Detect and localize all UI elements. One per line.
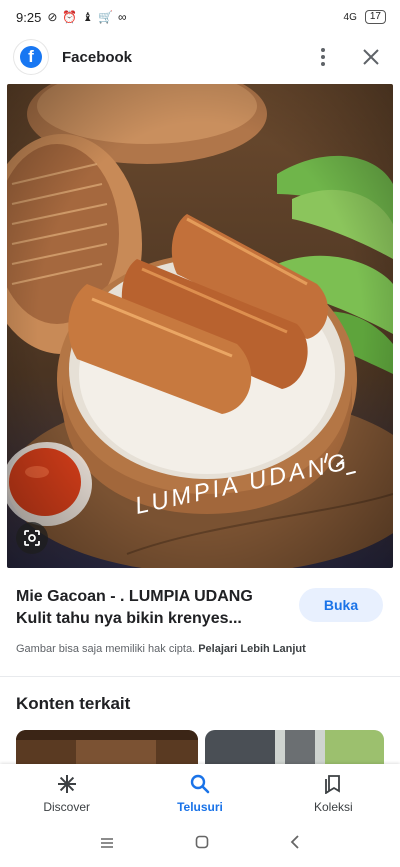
nav-collections[interactable]: Koleksi bbox=[267, 764, 400, 822]
shopping-cart-icon: 🛒 bbox=[98, 10, 114, 24]
related-thumbnail[interactable] bbox=[16, 730, 198, 764]
wellbeing-icon: ♝ bbox=[82, 10, 94, 24]
search-icon bbox=[188, 772, 212, 796]
result-title[interactable]: Mie Gacoan - . LUMPIA UDANG Kulit tahu n… bbox=[16, 586, 281, 630]
source-title: Facebook bbox=[62, 48, 133, 66]
asterisk-icon bbox=[55, 772, 79, 796]
related-heading: Konten terkait bbox=[16, 694, 131, 713]
lens-icon bbox=[24, 530, 40, 546]
facebook-logo: f bbox=[14, 40, 48, 74]
alarm-icon: ⏰ bbox=[62, 10, 78, 24]
more-vert-icon[interactable] bbox=[308, 42, 338, 72]
home-icon[interactable] bbox=[195, 835, 209, 854]
recents-icon[interactable] bbox=[100, 836, 114, 854]
network-indicator: 4G bbox=[343, 11, 357, 23]
mirror-link-icon: ∞ bbox=[118, 10, 127, 24]
nav-search[interactable]: Telusuri bbox=[133, 764, 266, 822]
learn-more-link[interactable]: Pelajari Lebih Lanjut bbox=[198, 643, 306, 655]
lens-button[interactable] bbox=[16, 522, 48, 554]
result-image[interactable]: LUMPIA UDANG bbox=[7, 84, 393, 568]
nav-search-label: Telusuri bbox=[177, 800, 223, 814]
status-bar: 9:25 ⊘ ⏰ ♝ 🛒 ∞ 4G 17 bbox=[0, 0, 400, 34]
nav-collections-label: Koleksi bbox=[313, 800, 353, 814]
close-icon[interactable] bbox=[356, 42, 386, 72]
app-bar: f Facebook bbox=[0, 34, 400, 80]
nav-discover[interactable]: Discover bbox=[0, 764, 133, 822]
divider bbox=[0, 676, 400, 677]
open-button[interactable]: Buka bbox=[299, 588, 383, 622]
collections-icon bbox=[321, 772, 345, 796]
copyright-text: Gambar bisa saja memiliki hak cipta. bbox=[16, 643, 196, 655]
bottom-navigation: Discover Telusuri Koleksi bbox=[0, 764, 400, 822]
related-thumbnail[interactable] bbox=[205, 730, 384, 764]
back-icon[interactable] bbox=[290, 835, 300, 854]
copyright-notice: Gambar bisa saja memiliki hak cipta. Pel… bbox=[16, 643, 306, 655]
status-time: 9:25 bbox=[16, 9, 42, 25]
data-saver-icon: ⊘ bbox=[47, 10, 58, 24]
system-navigation bbox=[0, 822, 400, 867]
nav-discover-label: Discover bbox=[43, 800, 90, 814]
battery-indicator: 17 bbox=[364, 10, 386, 24]
facebook-icon: f bbox=[20, 46, 42, 68]
